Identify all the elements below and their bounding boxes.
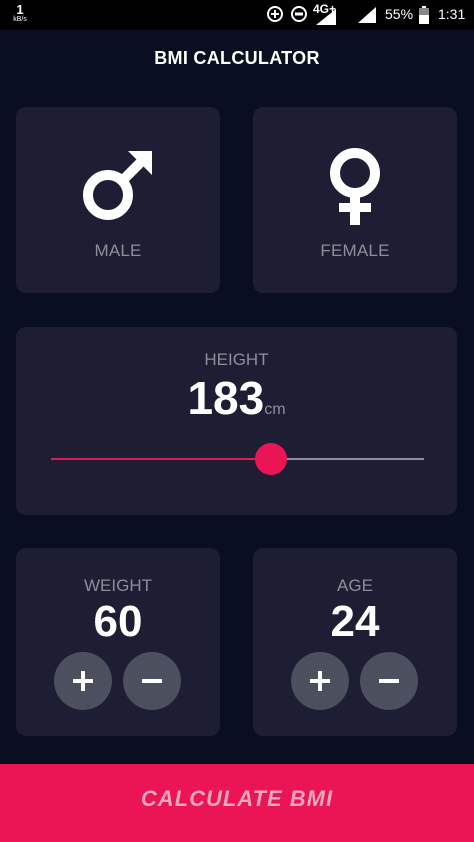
minus-icon xyxy=(379,679,399,683)
network-speed-unit: kB/s xyxy=(13,16,27,23)
data-saver-icon xyxy=(266,5,284,28)
height-value: 183 xyxy=(187,372,265,424)
age-label: AGE xyxy=(337,576,373,595)
battery-icon xyxy=(419,6,429,29)
height-label: HEIGHT xyxy=(204,350,269,369)
male-symbol-icon xyxy=(78,147,158,232)
weight-value: 60 xyxy=(93,597,143,646)
age-value: 24 xyxy=(330,597,380,646)
age-decrement-button[interactable] xyxy=(360,652,418,710)
clock: 1:31 xyxy=(438,6,466,22)
male-card[interactable]: MALE xyxy=(16,107,220,293)
status-bar: 1 kB/s 4G+ 55% 1:31 xyxy=(0,0,474,30)
height-slider-thumb[interactable] xyxy=(255,443,288,475)
bmi-calculator-screen: 1 kB/s 4G+ 55% 1:31 BMI CALCULATOR MALE … xyxy=(0,0,474,842)
calculate-bmi-button[interactable]: CALCULATE BMI xyxy=(0,764,474,842)
weight-label: WEIGHT xyxy=(84,576,152,595)
weight-decrement-button[interactable] xyxy=(123,652,181,710)
weight-increment-button[interactable] xyxy=(54,652,112,710)
network-speed-value: 1 xyxy=(16,2,24,17)
height-slider[interactable] xyxy=(51,443,424,475)
height-unit: cm xyxy=(264,401,286,418)
battery-percent: 55% xyxy=(385,6,414,22)
app-title: BMI CALCULATOR xyxy=(154,48,320,68)
age-increment-button[interactable] xyxy=(291,652,349,710)
female-card[interactable]: FEMALE xyxy=(253,107,457,293)
female-label: FEMALE xyxy=(320,241,390,260)
plus-icon xyxy=(310,671,330,691)
plus-icon xyxy=(73,671,93,691)
height-card: HEIGHT 183cm xyxy=(16,327,457,515)
height-readout: 183cm xyxy=(16,373,457,423)
minus-icon xyxy=(142,679,162,683)
calculate-bmi-label: CALCULATE BMI xyxy=(140,786,334,811)
male-label: MALE xyxy=(94,241,142,260)
mobile-signal-icon xyxy=(314,9,336,30)
height-slider-fill xyxy=(51,458,272,460)
weight-card: WEIGHT 60 xyxy=(16,548,220,736)
wifi-signal-icon xyxy=(358,7,376,28)
network-speed: 1 kB/s xyxy=(12,3,28,24)
do-not-disturb-icon xyxy=(290,5,308,28)
female-symbol-icon xyxy=(325,147,385,232)
age-card: AGE 24 xyxy=(253,548,457,736)
